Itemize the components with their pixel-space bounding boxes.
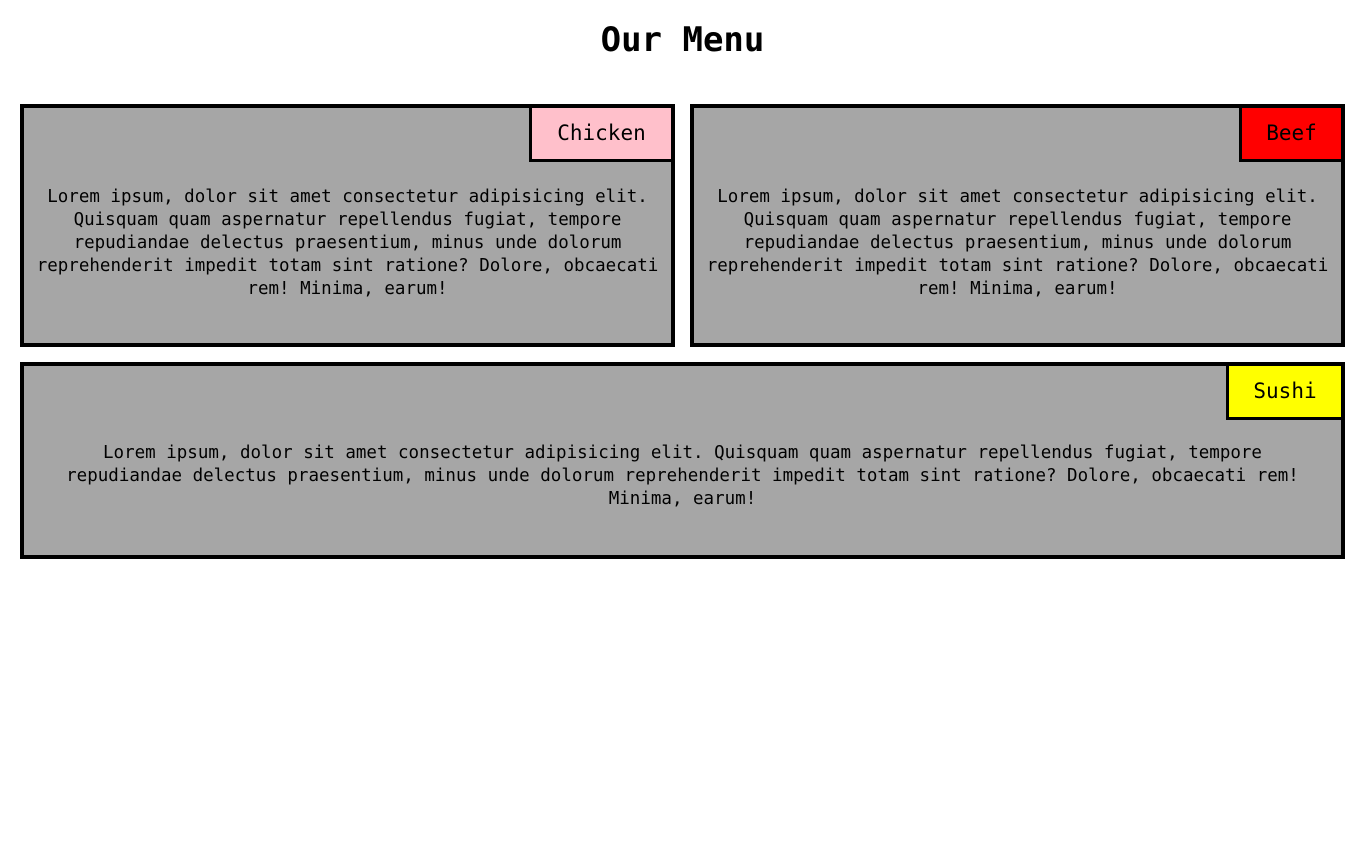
- menu-tag-sushi: Sushi: [1226, 366, 1341, 420]
- page-title: Our Menu: [600, 20, 765, 60]
- menu-card-beef: Beef Lorem ipsum, dolor sit amet consect…: [690, 104, 1345, 347]
- menu-card-chicken: Chicken Lorem ipsum, dolor sit amet cons…: [20, 104, 675, 347]
- menu-card-sushi: Sushi Lorem ipsum, dolor sit amet consec…: [20, 362, 1345, 559]
- menu-tag-beef: Beef: [1239, 108, 1341, 162]
- menu-description-sushi: Lorem ipsum, dolor sit amet consectetur …: [66, 443, 1299, 509]
- menu-tag-chicken: Chicken: [529, 108, 671, 162]
- menu-description-chicken: Lorem ipsum, dolor sit amet consectetur …: [36, 187, 659, 299]
- menu-description-beef: Lorem ipsum, dolor sit amet consectetur …: [706, 187, 1329, 299]
